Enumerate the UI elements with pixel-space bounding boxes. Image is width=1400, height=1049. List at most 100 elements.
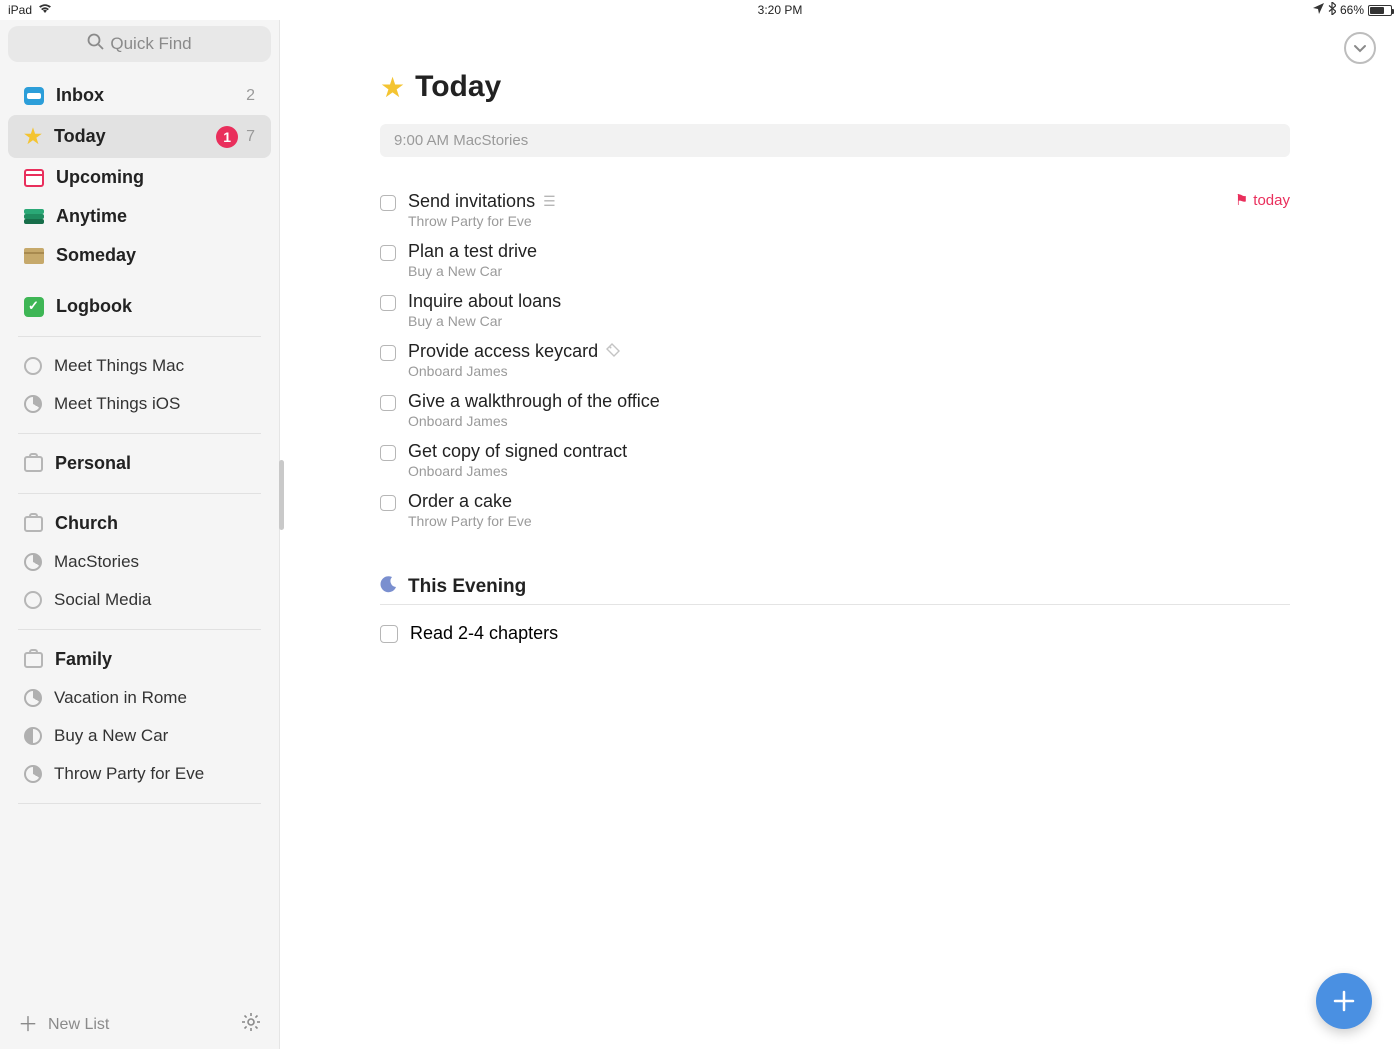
bluetooth-icon (1328, 2, 1336, 18)
task-checkbox[interactable] (380, 345, 396, 361)
project-social-media[interactable]: Social Media (8, 581, 271, 619)
project-label: Throw Party for Eve (54, 764, 204, 784)
today-count: 7 (246, 128, 255, 146)
plus-icon: ＋ (18, 1015, 38, 1035)
area-church[interactable]: Church (8, 504, 271, 543)
sidebar-footer: ＋ New List (0, 1000, 279, 1049)
task-row[interactable]: Send invitations ☰ Throw Party for Eve ⚑… (380, 185, 1290, 235)
search-input[interactable]: Quick Find (8, 26, 271, 62)
project-buy-new-car[interactable]: Buy a New Car (8, 717, 271, 755)
star-icon: ★ (24, 124, 42, 149)
calendar-event-row[interactable]: 9:00 AM MacStories (380, 124, 1290, 157)
area-label: Church (55, 513, 118, 534)
task-row[interactable]: Read 2-4 chapters (380, 619, 1290, 648)
sidebar-item-label: Logbook (56, 296, 132, 317)
project-meet-things-ios[interactable]: Meet Things iOS (8, 385, 271, 423)
page-title: Today (415, 70, 501, 104)
inbox-icon (24, 87, 44, 105)
task-row[interactable]: Give a walkthrough of the office Onboard… (380, 385, 1290, 435)
sidebar-item-logbook[interactable]: Logbook (8, 287, 271, 326)
project-progress-icon (24, 553, 42, 571)
task-title: Order a cake (408, 491, 512, 512)
status-bar: iPad 3:20 PM 66% (0, 0, 1400, 20)
area-icon (24, 456, 43, 472)
task-project: Buy a New Car (408, 263, 1290, 279)
task-project: Onboard James (408, 363, 1290, 379)
task-checkbox[interactable] (380, 625, 398, 643)
star-icon: ★ (380, 71, 405, 104)
page-header: ★ Today (380, 70, 1290, 104)
project-label: Buy a New Car (54, 726, 168, 746)
project-vacation-rome[interactable]: Vacation in Rome (8, 679, 271, 717)
area-icon (24, 516, 43, 532)
task-title: Read 2-4 chapters (410, 623, 558, 644)
task-row[interactable]: Provide access keycard Onboard James (380, 335, 1290, 385)
task-title: Get copy of signed contract (408, 441, 627, 462)
battery-percent: 66% (1340, 3, 1364, 17)
task-project: Throw Party for Eve (408, 213, 1223, 229)
area-icon (24, 652, 43, 668)
sidebar-item-inbox[interactable]: Inbox 2 (8, 76, 271, 115)
calendar-icon (24, 169, 44, 187)
project-meet-things-mac[interactable]: Meet Things Mac (8, 347, 271, 385)
task-checkbox[interactable] (380, 395, 396, 411)
sidebar-item-upcoming[interactable]: Upcoming (8, 158, 271, 197)
task-row[interactable]: Plan a test drive Buy a New Car (380, 235, 1290, 285)
flag-label: today (1253, 192, 1290, 209)
task-checkbox[interactable] (380, 495, 396, 511)
tag-icon (606, 343, 620, 361)
divider (18, 433, 261, 434)
task-row[interactable]: Order a cake Throw Party for Eve (380, 485, 1290, 535)
settings-button[interactable] (241, 1012, 261, 1037)
drawer-icon (24, 248, 44, 264)
new-list-button[interactable]: New List (48, 1016, 109, 1034)
project-macstories[interactable]: MacStories (8, 543, 271, 581)
stack-icon (24, 209, 44, 225)
task-checkbox[interactable] (380, 245, 396, 261)
project-label: Meet Things iOS (54, 394, 180, 414)
collapse-button[interactable] (1344, 32, 1376, 64)
task-title: Provide access keycard (408, 341, 598, 362)
task-checkbox[interactable] (380, 295, 396, 311)
task-row[interactable]: Inquire about loans Buy a New Car (380, 285, 1290, 335)
moon-icon (380, 575, 398, 598)
inbox-count: 2 (246, 87, 255, 105)
task-title: Give a walkthrough of the office (408, 391, 660, 412)
calendar-event-label: 9:00 AM MacStories (394, 132, 528, 149)
project-label: Vacation in Rome (54, 688, 187, 708)
project-throw-party[interactable]: Throw Party for Eve (8, 755, 271, 793)
evening-section-header: This Evening (380, 575, 1290, 605)
sidebar-item-label: Anytime (56, 206, 127, 227)
area-label: Family (55, 649, 112, 670)
wifi-icon (38, 3, 52, 17)
sidebar: Quick Find Inbox 2 ★ Today 1 7 Upcoming (0, 20, 280, 1049)
project-progress-icon (24, 727, 42, 745)
project-label: Social Media (54, 590, 151, 610)
sidebar-item-anytime[interactable]: Anytime (8, 197, 271, 236)
sidebar-item-label: Inbox (56, 85, 104, 106)
flag-icon: ⚑ (1235, 191, 1248, 209)
checklist-icon: ☰ (543, 193, 556, 210)
sidebar-item-label: Someday (56, 245, 136, 266)
project-progress-icon (24, 765, 42, 783)
device-label: iPad (8, 3, 32, 17)
sidebar-item-today[interactable]: ★ Today 1 7 (8, 115, 271, 158)
search-icon (87, 33, 104, 55)
project-progress-icon (24, 395, 42, 413)
divider (18, 629, 261, 630)
task-row[interactable]: Get copy of signed contract Onboard Jame… (380, 435, 1290, 485)
task-checkbox[interactable] (380, 195, 396, 211)
sidebar-item-someday[interactable]: Someday (8, 236, 271, 275)
area-label: Personal (55, 453, 131, 474)
plus-icon (1331, 988, 1357, 1014)
task-checkbox[interactable] (380, 445, 396, 461)
divider (18, 336, 261, 337)
project-progress-icon (24, 591, 42, 609)
today-badge: 1 (216, 126, 238, 148)
area-family[interactable]: Family (8, 640, 271, 679)
deadline-flag: ⚑ today (1235, 191, 1290, 209)
task-project: Onboard James (408, 463, 1290, 479)
area-personal[interactable]: Personal (8, 444, 271, 483)
evening-title: This Evening (408, 576, 526, 598)
add-task-button[interactable] (1316, 973, 1372, 1029)
